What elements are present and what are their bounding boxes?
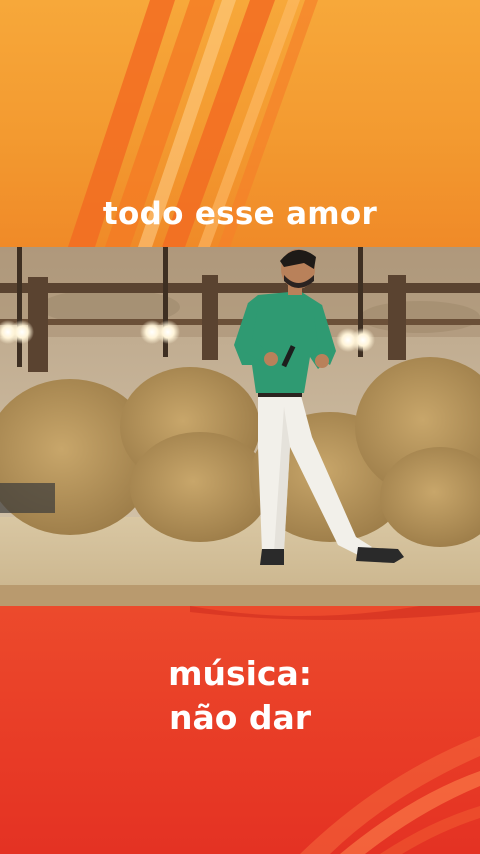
top-banner: todo esse amor <box>0 0 480 247</box>
song-title: não dar <box>168 698 312 737</box>
video-frame[interactable] <box>0 247 480 606</box>
song-label: música: <box>168 654 312 693</box>
song-title-caption: música: não dar <box>0 652 480 740</box>
story-frame: todo esse amor música: não dar <box>0 0 480 854</box>
song-lyric-caption: todo esse amor <box>102 196 378 232</box>
performance-scene <box>0 247 480 606</box>
